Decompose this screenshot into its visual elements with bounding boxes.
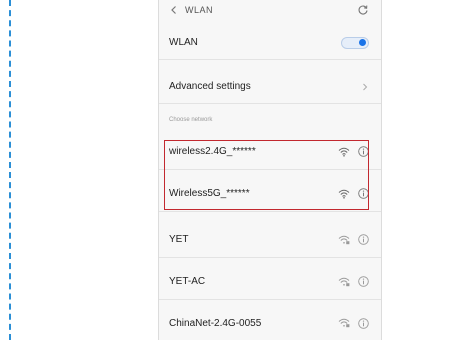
- advanced-settings-label: Advanced settings: [169, 81, 251, 92]
- dashed-guide-line: [9, 0, 11, 340]
- network-row-5[interactable]: ChinaNet-2.4G-0055: [159, 306, 381, 340]
- title-bar: WLAN: [159, 0, 381, 20]
- back-arrow-icon[interactable]: [169, 5, 179, 15]
- wlan-toggle-switch[interactable]: [341, 36, 369, 49]
- info-icon[interactable]: [358, 317, 369, 329]
- network-name: YET: [169, 234, 189, 245]
- highlight-box: [164, 140, 369, 210]
- wifi-locked-icon: [338, 235, 350, 245]
- network-name: YET-AC: [169, 276, 206, 287]
- network-name: ChinaNet-2.4G-0055: [169, 317, 262, 329]
- section-header-label: Choose network: [169, 117, 213, 123]
- advanced-settings-row[interactable]: Advanced settings: [159, 70, 381, 104]
- wlan-toggle-label: WLAN: [169, 37, 198, 48]
- toggle-knob: [359, 39, 366, 46]
- wifi-locked-icon: [338, 318, 350, 328]
- wlan-toggle-row[interactable]: WLAN: [159, 26, 381, 60]
- chevron-right-icon: [361, 82, 369, 92]
- section-header: Choose network: [159, 112, 381, 128]
- page-title: WLAN: [185, 5, 214, 15]
- network-row-3[interactable]: YET: [159, 222, 381, 258]
- refresh-icon[interactable]: [357, 4, 369, 16]
- network-row-4[interactable]: YET-AC: [159, 264, 381, 300]
- info-icon[interactable]: [358, 234, 369, 245]
- info-icon[interactable]: [358, 276, 369, 287]
- wifi-locked-icon: [338, 277, 350, 287]
